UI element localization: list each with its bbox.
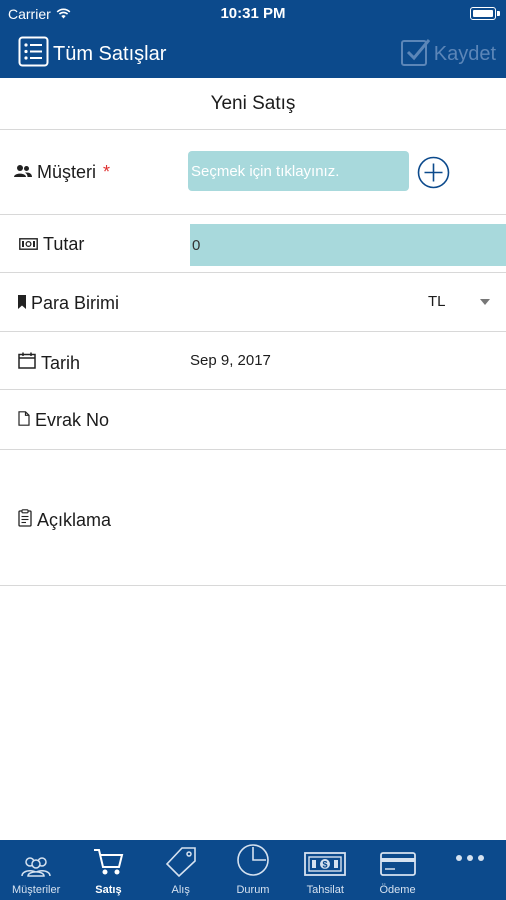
users-icon (14, 162, 32, 183)
battery-icon (470, 7, 500, 20)
aciklama-label: Açıklama (18, 509, 111, 532)
evrak-no-label-text: Evrak No (35, 410, 110, 430)
tarih-value[interactable]: Sep 9, 2017 (190, 352, 271, 369)
bookmark-icon (18, 293, 26, 314)
tab-label: Satış (95, 884, 122, 896)
status-bar: Carrier 10:31 PM (0, 0, 506, 28)
money-icon (19, 234, 38, 255)
tarih-label: Tarih (18, 352, 80, 374)
list-icon (18, 36, 49, 72)
all-sales-button[interactable]: Tüm Satışlar (18, 36, 166, 72)
required-mark: * (103, 162, 111, 182)
para-birimi-value: TL (428, 293, 446, 310)
credit-card-icon (379, 851, 416, 882)
tarih-label-text: Tarih (41, 352, 81, 373)
tab-durum[interactable]: Durum (217, 840, 289, 900)
row-aciklama: Açıklama (0, 450, 506, 586)
musteri-label: Müşteri * (14, 162, 110, 183)
save-label: Kaydet (433, 43, 496, 65)
tab-label: Alış (171, 884, 190, 896)
clipboard-icon (18, 509, 32, 532)
tab-musteriler[interactable]: Müşteriler (0, 840, 72, 900)
para-birimi-select[interactable]: TL (428, 293, 490, 310)
header: Carrier 10:31 PM Tüm Satışlar Kaydet (0, 0, 506, 78)
users-icon (19, 855, 53, 882)
page-title: Yeni Satış (210, 92, 296, 114)
tab-alis[interactable]: Alış (145, 840, 217, 900)
status-time: 10:31 PM (220, 5, 286, 22)
cash-icon: $ (304, 851, 347, 882)
cart-icon (92, 847, 124, 882)
tab-more[interactable] (434, 840, 506, 900)
tutar-label-text: Tutar (43, 234, 85, 254)
tutar-label: Tutar (19, 234, 84, 255)
checkbox-icon (400, 36, 432, 73)
tab-label: Tahsilat (306, 884, 344, 896)
evrak-no-label: Evrak No (18, 410, 109, 431)
document-icon (18, 410, 30, 431)
pie-chart-icon (236, 843, 270, 882)
add-customer-button[interactable] (417, 156, 450, 194)
more-icon (454, 850, 486, 868)
save-button[interactable]: Kaydet (400, 36, 496, 73)
tag-icon (164, 845, 198, 882)
tutar-input[interactable] (190, 224, 506, 266)
row-evrak-no: Evrak No (0, 390, 506, 450)
all-sales-label: Tüm Satışlar (53, 42, 167, 65)
tab-bar: Müşteriler Satış Alış Durum $ Tahsilat Ö… (0, 840, 506, 900)
row-musteri: Müşteri * (0, 130, 506, 215)
tab-satis[interactable]: Satış (72, 840, 144, 900)
plus-circle-icon (417, 156, 450, 189)
caret-down-icon (479, 298, 490, 305)
musteri-label-text: Müşteri (37, 162, 97, 182)
row-para-birimi: Para Birimi TL (0, 273, 506, 332)
tab-label: Müşteriler (11, 884, 61, 896)
tab-tahsilat[interactable]: $ Tahsilat (289, 840, 361, 900)
musteri-input[interactable] (188, 151, 409, 191)
para-birimi-label: Para Birimi (18, 293, 119, 314)
svg-text:$: $ (323, 860, 328, 870)
title-bar: Yeni Satış (0, 78, 506, 130)
tab-odeme[interactable]: Ödeme (361, 840, 433, 900)
para-birimi-label-text: Para Birimi (31, 293, 120, 313)
row-tarih: Tarih Sep 9, 2017 (0, 332, 506, 390)
aciklama-input[interactable] (188, 458, 498, 578)
calendar-icon (18, 352, 36, 374)
tab-label: Durum (236, 884, 270, 896)
tab-label: Ödeme (379, 884, 416, 896)
row-tutar: Tutar (0, 215, 506, 273)
evrak-no-input[interactable] (188, 402, 488, 438)
aciklama-label-text: Açıklama (37, 510, 112, 530)
